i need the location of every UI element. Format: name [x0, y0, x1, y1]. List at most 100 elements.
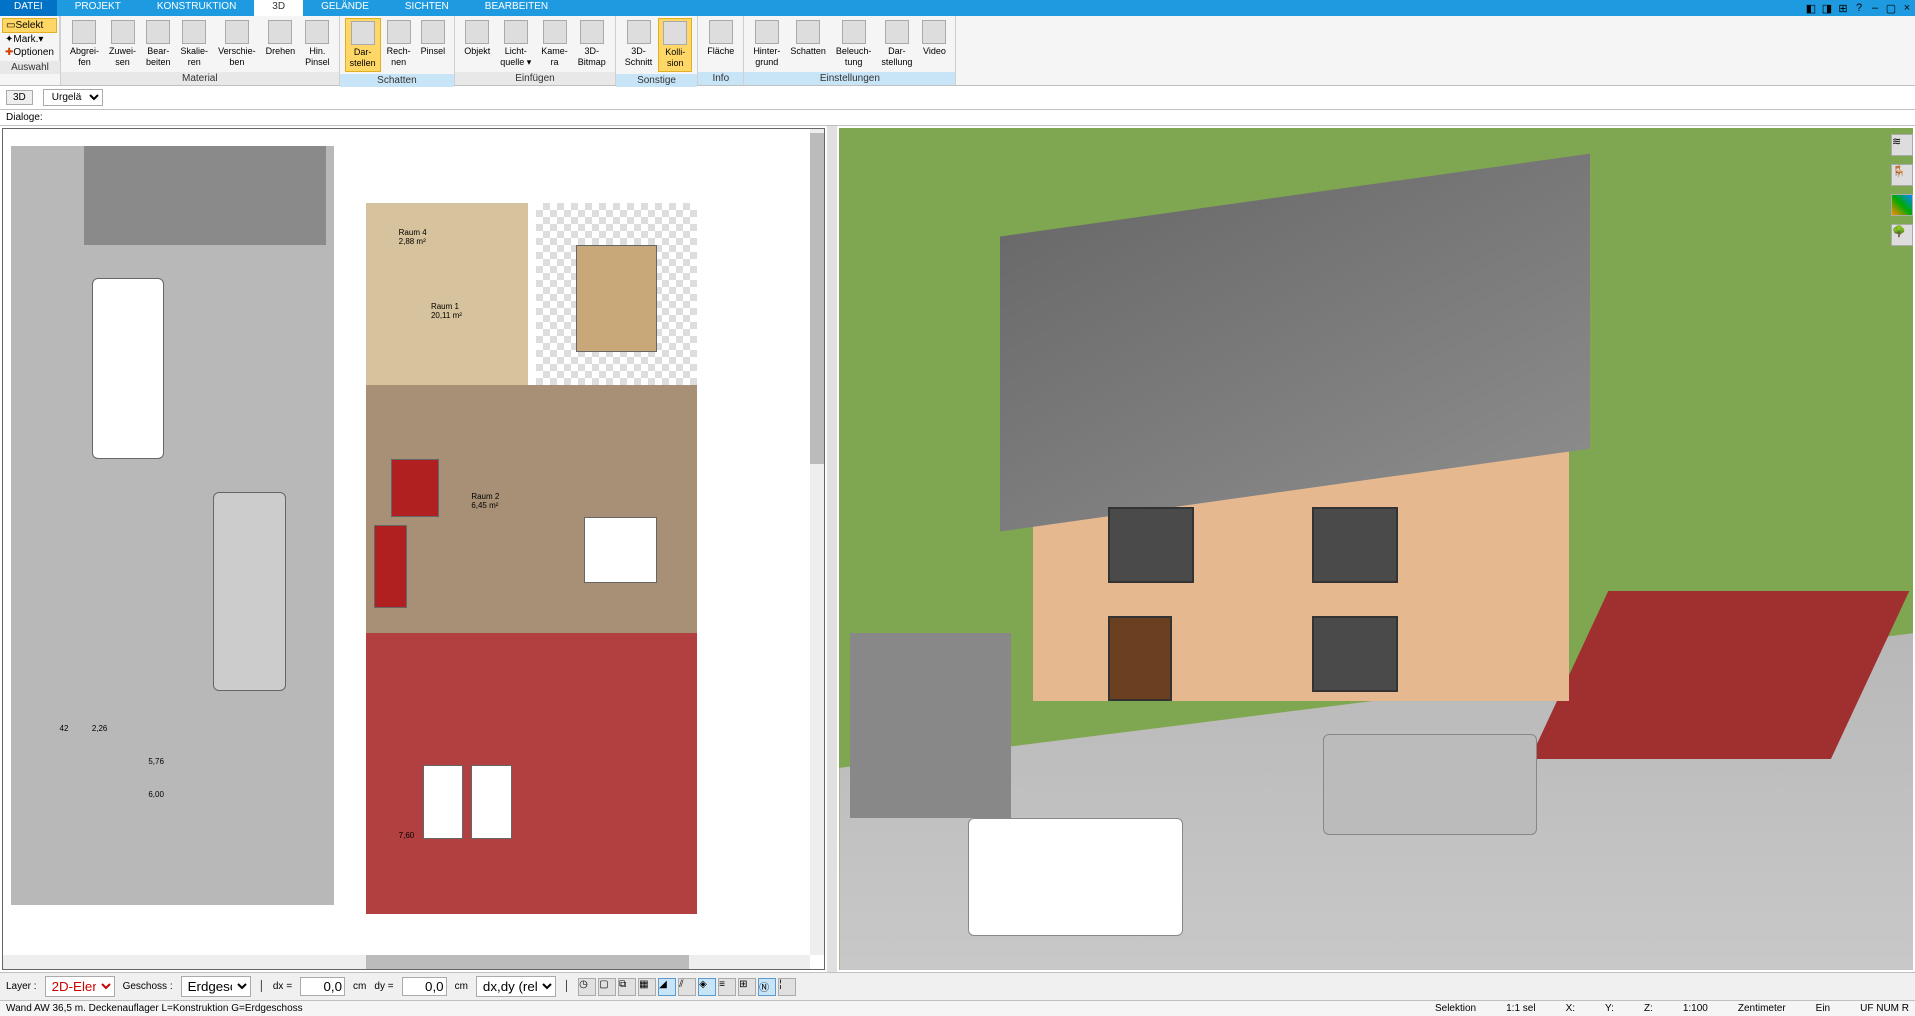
ribbon-btn-abgreifen[interactable]: Abgrei- fen [66, 18, 103, 70]
scrollbar-vertical[interactable] [810, 129, 824, 955]
menu-tab-3d[interactable]: 3D [254, 0, 303, 16]
status-scale: 1:1 sel [1506, 1003, 1535, 1014]
dim-label: 2,26 [92, 724, 108, 733]
menu-tab-konstruktion[interactable]: KONSTRUKTION [139, 0, 254, 16]
ribbon-btn-hintergrund[interactable]: Hinter- grund [749, 18, 784, 70]
room-label: Raum 1 20,11 m² [431, 302, 462, 320]
snap-n-icon[interactable]: Ⓝ [758, 978, 776, 996]
splitter[interactable] [827, 126, 837, 972]
floor-select[interactable]: Erdgeschos [181, 976, 251, 997]
snap-info-icon[interactable]: ¦ [778, 978, 796, 996]
ribbon-btn-hin.pinsel[interactable]: Hin. Pinsel [301, 18, 334, 70]
menu-tab-gelände[interactable]: GELÄNDE [303, 0, 387, 16]
dialog-label: Dialoge: [6, 112, 43, 123]
close-icon[interactable]: × [1900, 1, 1914, 15]
ribbon-btn-rechnen[interactable]: Rech- nen [383, 18, 415, 72]
ribbon-btn-objekt[interactable]: Objekt [460, 18, 494, 70]
ribbon-group-label: Info [698, 72, 743, 85]
tool-icon [387, 20, 411, 44]
tool-icon [580, 20, 604, 44]
snap-angle-icon[interactable]: ◢ [658, 978, 676, 996]
materials-icon[interactable] [1891, 194, 1913, 216]
menu-tab-bearbeiten[interactable]: BEARBEITEN [467, 0, 566, 16]
ribbon-btn-pinsel[interactable]: Pinsel [417, 18, 450, 72]
tool-icon [663, 21, 687, 45]
status-x: X: [1566, 1003, 1575, 1014]
ribbon-btn-schatten[interactable]: Schatten [786, 18, 830, 70]
layers-icon[interactable]: ≋ [1891, 134, 1913, 156]
dy-input[interactable] [402, 977, 447, 996]
dy-label: dy = [374, 981, 393, 992]
ribbon-btn-bearbeiten[interactable]: Bear- beiten [142, 18, 175, 70]
ribbon-btn-zuweisen[interactable]: Zuwei- sen [105, 18, 140, 70]
ribbon-btn-video[interactable]: Video [918, 18, 950, 70]
ribbon-group-label: Einfügen [455, 72, 615, 85]
maximize-icon[interactable]: ▢ [1884, 1, 1898, 15]
layer-select[interactable]: 2D-Elemen [45, 976, 115, 997]
dim-label: 5,76 [148, 757, 164, 766]
status-uf: UF NUM R [1860, 1003, 1909, 1014]
tree-icon[interactable]: 🌳 [1891, 224, 1913, 246]
status-z: Z: [1644, 1003, 1653, 1014]
ribbon-btn-kamera[interactable]: Kame- ra [537, 18, 572, 70]
mark-tool[interactable]: ✦ Mark. ▾ [2, 33, 57, 46]
ribbon-btn-lichtquelle▾[interactable]: Licht- quelle ▾ [496, 18, 535, 70]
ribbon-btn-drehen[interactable]: Drehen [262, 18, 300, 70]
ribbon-btn-kollision[interactable]: Kolli- sion [658, 18, 692, 72]
ribbon-btn-beleuchtung[interactable]: Beleuch- tung [832, 18, 876, 70]
status-ein: Ein [1816, 1003, 1830, 1014]
select-tool[interactable]: ▭ Selekt [2, 18, 57, 33]
ribbon-group-label: Sonstige [616, 74, 698, 87]
view-3d[interactable] [839, 128, 1913, 970]
tool-icon [465, 20, 489, 44]
scrollbar-horizontal[interactable] [3, 955, 810, 969]
ribbon-btn-3dbitmap[interactable]: 3D- Bitmap [574, 18, 610, 70]
snap-building-icon[interactable]: ▦ [638, 978, 656, 996]
minimize-icon[interactable]: – [1868, 1, 1882, 15]
ribbon-btn-fläche[interactable]: Fläche [703, 18, 738, 70]
dim-label: 7,60 [399, 831, 415, 840]
status-text: Wand AW 36,5 m. Deckenauflager L=Konstru… [6, 1003, 303, 1014]
dialog-bar: Dialoge: [0, 110, 1915, 126]
titlebar-icon2[interactable]: ◨ [1820, 1, 1834, 15]
snap-stack-icon[interactable]: ⧉ [618, 978, 636, 996]
menu-bar: DATEI PROJEKTKONSTRUKTION3DGELÄNDESICHTE… [0, 0, 1915, 16]
options-tool[interactable]: ✚ Optionen [2, 46, 57, 59]
snap-diamond-icon[interactable]: ◈ [698, 978, 716, 996]
view-mode-badge[interactable]: 3D [6, 90, 33, 105]
status-zoom: 1:100 [1683, 1003, 1708, 1014]
room-label: Raum 4 2,88 m² [399, 228, 427, 246]
tool-icon [268, 20, 292, 44]
menu-tab-sichten[interactable]: SICHTEN [387, 0, 467, 16]
snap-screen-icon[interactable]: ▢ [598, 978, 616, 996]
tool-icon [842, 20, 866, 44]
tool-icon [755, 20, 779, 44]
ribbon-btn-skalieren[interactable]: Skalie- ren [177, 18, 213, 70]
ribbon-btn-3dschnitt[interactable]: 3D- Schnitt [621, 18, 657, 72]
help-icon[interactable]: ? [1852, 1, 1866, 15]
ribbon-btn-darstellung[interactable]: Dar- stellung [877, 18, 916, 70]
layer-label: Layer : [6, 981, 37, 992]
bottom-toolbar: Layer : 2D-Elemen Geschoss : Erdgeschos … [0, 972, 1915, 1000]
main-viewport: Raum 4 2,88 m² Raum 1 20,11 m² Raum 3 25… [0, 126, 1915, 972]
menu-file[interactable]: DATEI [0, 0, 57, 16]
ribbon-btn-verschieben[interactable]: Verschie- ben [214, 18, 260, 70]
view-2d[interactable]: Raum 4 2,88 m² Raum 1 20,11 m² Raum 3 25… [2, 128, 825, 970]
status-y: Y: [1605, 1003, 1614, 1014]
dx-input[interactable] [300, 977, 345, 996]
terrain-select[interactable]: Urgelände [43, 89, 103, 106]
status-unit: Zentimeter [1738, 1003, 1786, 1014]
snap-parallel-icon[interactable]: ⫽ [678, 978, 696, 996]
snap-lines-icon[interactable]: ≡ [718, 978, 736, 996]
ribbon-btn-darstellen[interactable]: Dar- stellen [345, 18, 381, 72]
menu-tab-projekt[interactable]: PROJEKT [57, 0, 139, 16]
car-icon [92, 278, 165, 460]
titlebar-icon3[interactable]: ⊞ [1836, 1, 1850, 15]
furniture-icon[interactable]: 🪑 [1891, 164, 1913, 186]
titlebar-icon1[interactable]: ◧ [1804, 1, 1818, 15]
snap-clock-icon[interactable]: ◷ [578, 978, 596, 996]
rel-select[interactable]: dx,dy (relativ ka [476, 976, 556, 997]
snap-grid-icon[interactable]: ⊞ [738, 978, 756, 996]
tool-icon [351, 21, 375, 45]
dim-label: 42 [60, 724, 69, 733]
